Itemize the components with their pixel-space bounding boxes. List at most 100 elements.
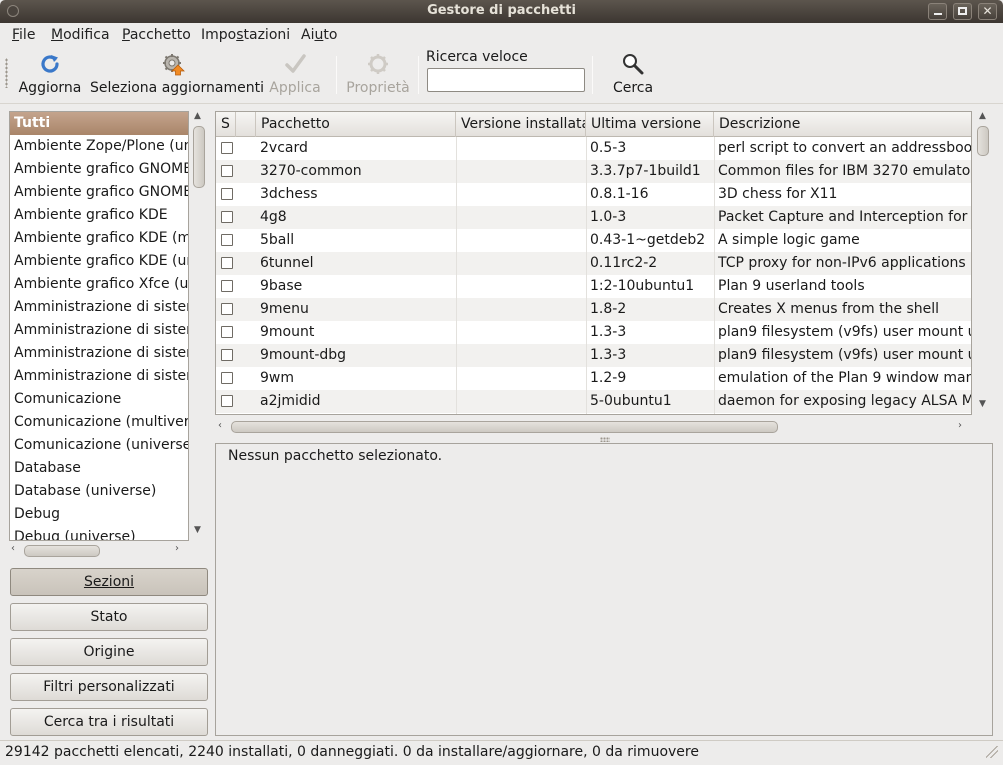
scrollbar-thumb[interactable] <box>24 545 100 557</box>
menu-aiuto[interactable]: Aiuto <box>301 27 337 43</box>
package-name: a2jmidid <box>260 393 321 409</box>
section-item[interactable]: Amministrazione di sistema (multiverse) <box>10 319 188 342</box>
quick-search-input[interactable] <box>427 68 585 92</box>
scroll-up-icon[interactable]: ▲ <box>979 111 986 121</box>
table-row[interactable]: 3dchess 0.8.1-16 3D chess for X11 <box>216 183 971 206</box>
section-item[interactable]: Ambiente grafico KDE (universe) <box>10 250 188 273</box>
column-latest-header[interactable]: Ultima versione <box>586 112 714 137</box>
search-results-button[interactable]: Cerca tra i risultati <box>10 708 208 736</box>
scrollbar-thumb[interactable] <box>231 421 778 433</box>
package-checkbox[interactable] <box>221 349 233 361</box>
section-item[interactable]: Ambiente grafico GNOME (universe) <box>10 181 188 204</box>
package-checkbox[interactable] <box>221 280 233 292</box>
sections-list[interactable]: TuttiAmbiente Zope/Plone (universe)Ambie… <box>9 111 189 541</box>
table-row[interactable]: 9mount 1.3-3 plan9 filesystem (v9fs) user … <box>216 321 971 344</box>
menu-impostazioni[interactable]: Impostazioni <box>201 27 290 43</box>
properties-button[interactable]: Proprietà <box>344 52 412 100</box>
section-item[interactable]: Ambiente grafico KDE <box>10 204 188 227</box>
title-bar[interactable]: Gestore di pacchetti ✕ <box>0 0 1003 23</box>
package-checkbox[interactable] <box>221 303 233 315</box>
installed-version <box>456 344 586 367</box>
minimize-button[interactable] <box>928 3 947 20</box>
section-item-selected[interactable]: Tutti <box>10 112 188 135</box>
scrollbar-thumb[interactable] <box>977 126 989 156</box>
installed-version <box>456 160 586 183</box>
section-item[interactable]: Database <box>10 457 188 480</box>
menu-modifica[interactable]: Modifica <box>51 27 110 43</box>
menu-file[interactable]: File <box>12 27 35 43</box>
package-checkbox[interactable] <box>221 211 233 223</box>
column-status-header[interactable]: S <box>216 112 236 137</box>
toolbar-separator <box>592 56 593 94</box>
section-item[interactable]: Debug <box>10 503 188 526</box>
packages-vertical-scrollbar[interactable]: ▲ ▼ <box>974 111 992 415</box>
package-checkbox[interactable] <box>221 188 233 200</box>
apply-button[interactable]: Applica <box>264 52 326 100</box>
column-icon-header[interactable] <box>236 112 256 137</box>
section-item[interactable]: Amministrazione di sistema (universe) <box>10 365 188 388</box>
package-checkbox[interactable] <box>221 165 233 177</box>
scroll-right-icon[interactable]: › <box>958 420 962 431</box>
scroll-right-icon[interactable]: › <box>175 543 179 554</box>
installed-version <box>456 298 586 321</box>
sections-horizontal-scrollbar[interactable]: ‹ › <box>9 543 189 559</box>
package-checkbox[interactable] <box>221 326 233 338</box>
table-row[interactable]: 3270-common 3.3.7p7-1build1 Common files f… <box>216 160 971 183</box>
package-checkbox[interactable] <box>221 372 233 384</box>
scroll-down-icon[interactable]: ▼ <box>979 399 986 409</box>
package-checkbox[interactable] <box>221 395 233 407</box>
section-item[interactable]: Amministrazione di sistema (restricted) <box>10 342 188 365</box>
table-row[interactable]: 9mount-dbg 1.3-3 plan9 filesystem (v9fs) u… <box>216 344 971 367</box>
section-item[interactable]: Comunicazione (multiverse) <box>10 411 188 434</box>
search-button[interactable]: Cerca <box>608 52 658 100</box>
maximize-button[interactable] <box>953 3 972 20</box>
toolbar-grip[interactable] <box>5 58 8 88</box>
table-row[interactable]: 5ball 0.43-1~getdeb2 A simple logic game <box>216 229 971 252</box>
origin-filter-button[interactable]: Origine <box>10 638 208 666</box>
table-row[interactable]: 6tunnel 0.11rc2-2 TCP proxy for non-IPv6 a… <box>216 252 971 275</box>
scroll-up-icon[interactable]: ▲ <box>194 111 201 121</box>
package-description: emulation of the Plan 9 window manager 8… <box>718 370 972 386</box>
section-item[interactable]: Debug (universe) <box>10 526 188 540</box>
section-item[interactable]: Ambiente grafico KDE (multiverse) <box>10 227 188 250</box>
package-checkbox[interactable] <box>221 257 233 269</box>
window-resize-grip[interactable] <box>986 746 998 758</box>
table-row[interactable]: 2vcard 0.5-3 perl script to convert an add… <box>216 137 971 160</box>
status-text: 29142 pacchetti elencati, 2240 installat… <box>5 744 699 760</box>
scrollbar-thumb[interactable] <box>193 126 205 188</box>
section-item[interactable]: Amministrazione di sistema <box>10 296 188 319</box>
pane-resize-handle[interactable] <box>600 437 610 442</box>
package-checkbox[interactable] <box>221 142 233 154</box>
package-checkbox[interactable] <box>221 234 233 246</box>
scroll-left-icon[interactable]: ‹ <box>11 543 15 554</box>
reload-button[interactable]: Aggiorna <box>14 52 86 100</box>
section-item[interactable]: Comunicazione <box>10 388 188 411</box>
mark-upgrades-button[interactable]: Seleziona aggiornamenti <box>90 52 264 100</box>
section-item[interactable]: Ambiente grafico GNOME <box>10 158 188 181</box>
close-button[interactable]: ✕ <box>978 3 997 20</box>
scroll-down-icon[interactable]: ▼ <box>194 525 201 535</box>
package-table[interactable]: S Pacchetto Versione installata Ultima v… <box>215 111 972 415</box>
sections-filter-button[interactable]: Sezioni <box>10 568 208 596</box>
menu-bar: File Modifica Pacchetto Impostazioni Aiuto <box>0 23 1003 46</box>
sections-vertical-scrollbar[interactable]: ▲ ▼ <box>190 111 207 541</box>
custom-filters-button[interactable]: Filtri personalizzati <box>10 673 208 701</box>
table-row[interactable]: 9menu 1.8-2 Creates X menus from the shell <box>216 298 971 321</box>
scroll-left-icon[interactable]: ‹ <box>218 420 222 431</box>
column-installed-header[interactable]: Versione installata <box>456 112 586 137</box>
installed-version <box>456 229 586 252</box>
table-row[interactable]: 9wm 1.2-9 emulation of the Plan 9 window m… <box>216 367 972 390</box>
table-row[interactable]: 4g8 1.0-3 Packet Capture and Interception … <box>216 206 971 229</box>
section-item[interactable]: Ambiente grafico Xfce (universe) <box>10 273 188 296</box>
table-row[interactable]: 9base 1:2-10ubuntu1 Plan 9 userland tools <box>216 275 971 298</box>
section-item[interactable]: Database (universe) <box>10 480 188 503</box>
section-item[interactable]: Comunicazione (universe) <box>10 434 188 457</box>
column-package-header[interactable]: Pacchetto <box>256 112 456 137</box>
section-item[interactable]: Ambiente Zope/Plone (universe) <box>10 135 188 158</box>
status-filter-button[interactable]: Stato <box>10 603 208 631</box>
table-row[interactable]: a2jmidid 5-0ubuntu1 daemon for exposing le… <box>216 390 971 413</box>
column-description-header[interactable]: Descrizione <box>714 112 971 137</box>
packages-horizontal-scrollbar[interactable]: ‹ › <box>215 418 972 436</box>
menu-pacchetto[interactable]: Pacchetto <box>122 27 191 43</box>
toolbar-separator <box>418 56 419 94</box>
